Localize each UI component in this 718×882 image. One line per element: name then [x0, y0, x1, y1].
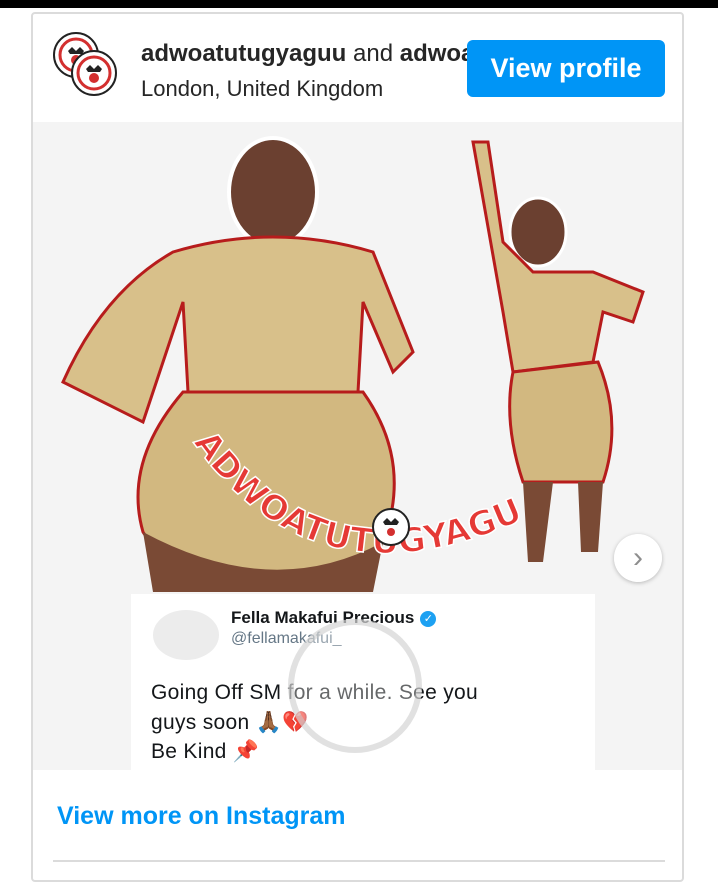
avatar-stack[interactable]: [53, 32, 125, 104]
next-image-chevron-icon[interactable]: ›: [614, 534, 662, 582]
tweet-line: Be Kind 📌: [151, 740, 260, 763]
post-header: adwoatutugyaguu and adwoatutugyaguu Lond…: [33, 14, 682, 124]
watermark-logo: [288, 619, 422, 753]
view-profile-button[interactable]: View profile: [467, 40, 665, 97]
top-bar: [0, 0, 718, 8]
author-handle[interactable]: adwoatutugyaguu: [400, 40, 467, 67]
author-handle[interactable]: adwoatutugyaguu: [141, 40, 346, 67]
post-location[interactable]: London, United Kingdom: [141, 76, 383, 102]
tweet-avatar: [153, 610, 219, 660]
post-image[interactable]: ADWOATUTUGYAGU Fella Makafui Precious✓ @…: [33, 122, 682, 770]
crown-logo-icon: [76, 55, 112, 91]
post-authors[interactable]: adwoatutugyaguu and adwoatutugyaguu: [141, 40, 467, 68]
avatar[interactable]: [71, 50, 117, 96]
author-join: and: [346, 40, 400, 67]
divider: [53, 860, 665, 862]
view-more-on-instagram-link[interactable]: View more on Instagram: [57, 802, 346, 831]
verified-badge-icon: ✓: [420, 611, 437, 627]
instagram-embed-card: adwoatutugyaguu and adwoatutugyaguu Lond…: [31, 12, 684, 882]
